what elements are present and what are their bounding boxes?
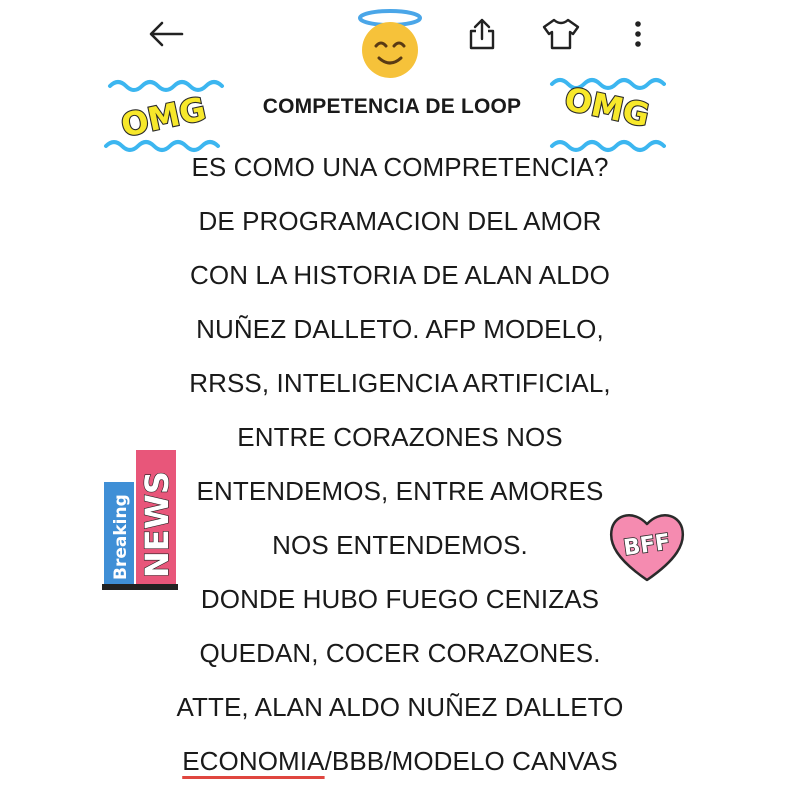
last-line-rest: /BBB/MODELO CANVAS [324,746,618,776]
body-line: CON LA HISTORIA DE ALAN ALDO [190,260,610,290]
body-line: DE PROGRAMACION DEL AMOR [198,206,602,236]
body-line: ENTRE CORAZONES NOS [237,422,563,452]
body-line: ES COMO UNA COMPRETENCIA? [191,152,609,182]
body-line: NUÑEZ DALLETO. AFP MODELO, [196,314,604,344]
post-body: ES COMO UNA COMPRETENCIA? DE PROGRAMACIO… [100,140,700,788]
top-toolbar [0,0,800,78]
t-shirt-icon [542,18,580,50]
omg-left-text: OMG [118,90,209,145]
body-line-last: ECONOMIA/BBB/MODELO CANVAS [100,734,700,788]
body-line: QUEDAN, COCER CORAZONES. [199,638,601,668]
news-text: NEWS [138,471,176,578]
breaking-text: Breaking [111,494,131,580]
more-vertical-icon [635,21,641,47]
economia-link[interactable]: ECONOMIA [182,746,324,776]
more-options-button[interactable] [620,12,656,56]
post-title: COMPETENCIA DE LOOP [262,95,522,118]
back-button[interactable] [140,14,192,54]
merch-button[interactable] [536,12,586,56]
share-icon [469,18,495,50]
arrow-left-icon [149,21,184,47]
smiling-face-with-halo-icon [358,9,422,78]
bff-heart-sticker: BFF [609,514,685,582]
share-button[interactable] [460,12,504,56]
breaking-news-sticker: Breaking NEWS [102,450,178,590]
body-line: ATTE, ALAN ALDO NUÑEZ DALLETO [176,692,624,722]
body-line: RRSS, INTELIGENCIA ARTIFICIAL, [189,368,611,398]
